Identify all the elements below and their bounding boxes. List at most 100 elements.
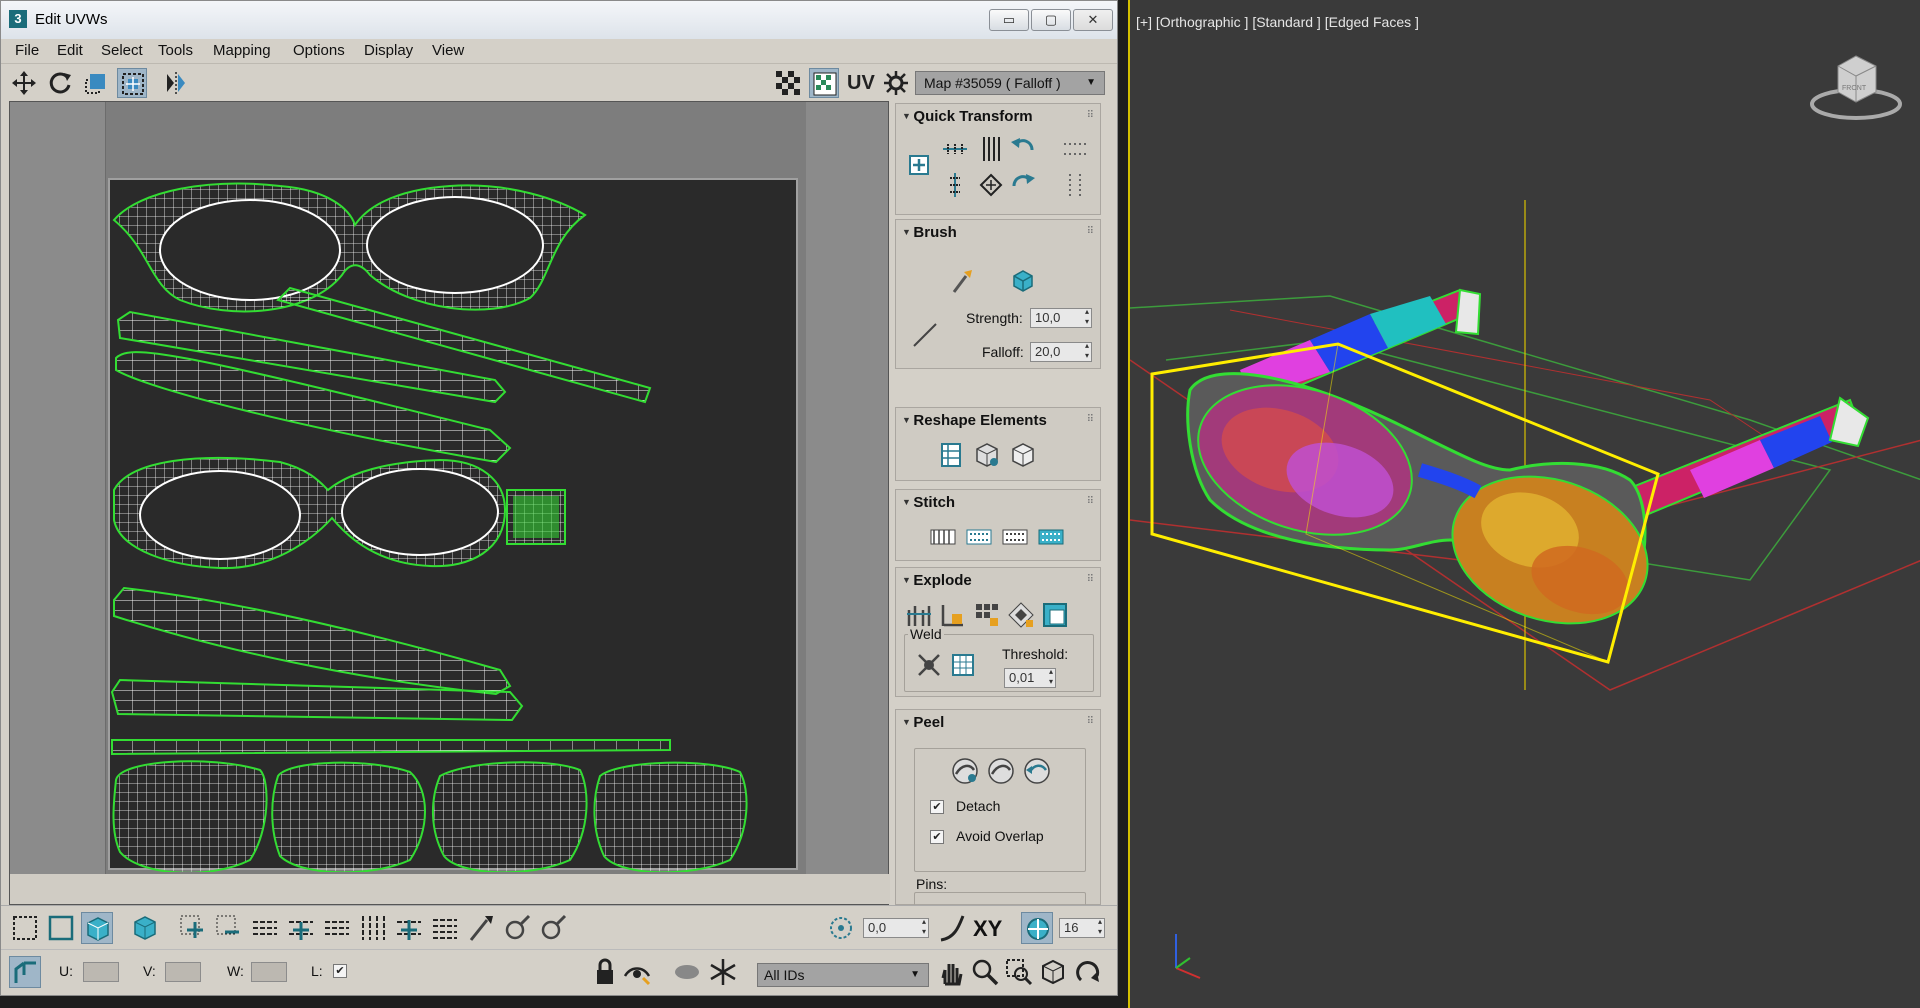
quick-transform-title[interactable]: Quick Transform: [902, 108, 1032, 125]
ring-grow-icon[interactable]: [393, 912, 425, 944]
set-pivot-icon[interactable]: [904, 150, 934, 180]
align-vertical-icon[interactable]: [976, 134, 1006, 164]
v-field[interactable]: [165, 962, 201, 982]
uv-horizontal-scroll-area[interactable]: [10, 874, 890, 904]
paint-brush-icon[interactable]: [946, 266, 976, 296]
align-to-grid-icon[interactable]: [976, 170, 1006, 200]
soft-select-icon[interactable]: [937, 912, 969, 944]
rotate-ccw-icon[interactable]: [1008, 132, 1038, 162]
uv-islands[interactable]: [110, 180, 800, 874]
relax-icon[interactable]: [972, 440, 1002, 470]
settings-gear-icon[interactable]: [881, 68, 911, 98]
uv-island-frame-back[interactable]: [113, 456, 566, 570]
zoom-region-icon[interactable]: [1003, 956, 1035, 988]
weld-all-icon[interactable]: [1040, 600, 1070, 630]
relax-brush-icon[interactable]: [1008, 266, 1038, 296]
menu-view[interactable]: View: [432, 39, 464, 63]
shrink-selection-icon[interactable]: [213, 912, 245, 944]
space-vertical-icon[interactable]: [940, 170, 970, 200]
title-bar[interactable]: 3 Edit UVWs ▭ ▢ ✕: [1, 1, 1117, 39]
uv-island-temple-long[interactable]: [113, 586, 512, 696]
maximize-button[interactable]: ▢: [1031, 9, 1071, 31]
paint-select-icon[interactable]: [465, 912, 497, 944]
lock-icon[interactable]: [589, 956, 621, 988]
freeze-icon[interactable]: [707, 956, 739, 988]
perspective-viewport[interactable]: [+] [Orthographic ] [Standard ] [Edged F…: [1128, 0, 1920, 1008]
viewcube-icon[interactable]: FRONT: [1806, 46, 1906, 126]
stitch-to-target-icon[interactable]: [1036, 522, 1066, 552]
angle-spinner[interactable]: 0,0: [863, 917, 929, 938]
menu-tools[interactable]: Tools: [158, 39, 193, 63]
loop-select-icon[interactable]: [249, 912, 281, 944]
threshold-spinner[interactable]: 0,01: [1004, 667, 1056, 688]
stitch-custom-icon[interactable]: [928, 522, 958, 552]
stitch-to-average-icon[interactable]: [1000, 522, 1030, 552]
scale-icon[interactable]: [81, 68, 111, 98]
texture-map-dropdown[interactable]: Map #35059 ( Falloff ) ▼: [915, 71, 1105, 95]
dots-horizontal-icon[interactable]: [1060, 134, 1090, 164]
w-field[interactable]: [251, 962, 287, 982]
uv-island-temples[interactable]: [115, 286, 652, 464]
eye-icon[interactable]: [671, 956, 703, 988]
rotate-cw-icon[interactable]: [1008, 168, 1038, 198]
weld-target-icon[interactable]: [948, 650, 978, 680]
viewport-label[interactable]: [+] [Orthographic ] [Standard ] [Edged F…: [1136, 14, 1419, 30]
vertex-select-icon[interactable]: [9, 912, 41, 944]
stitch-to-source-icon[interactable]: [964, 522, 994, 552]
move-icon[interactable]: [9, 68, 39, 98]
glasses-3d-scene[interactable]: [1130, 0, 1920, 1008]
edge-select-icon[interactable]: [45, 912, 77, 944]
rotate-icon[interactable]: [45, 68, 75, 98]
loop-grow-icon[interactable]: [285, 912, 317, 944]
straighten-icon[interactable]: [936, 440, 966, 470]
loop-shrink-icon[interactable]: [321, 912, 353, 944]
flatten-by-material-icon[interactable]: [1006, 600, 1036, 630]
hide-show-icon[interactable]: [621, 956, 653, 988]
uv-island-lenses[interactable]: [112, 760, 748, 874]
flatten-by-polygon-icon[interactable]: [972, 600, 1002, 630]
brush-title[interactable]: Brush: [902, 224, 956, 241]
explode-title[interactable]: Explode: [902, 572, 971, 589]
element-select-icon[interactable]: [129, 912, 161, 944]
menu-mapping[interactable]: Mapping: [213, 39, 271, 63]
relax-settings-icon[interactable]: [1008, 440, 1038, 470]
freeform-icon[interactable]: [117, 68, 147, 98]
xy-axis-label[interactable]: XY: [973, 916, 1002, 942]
menu-select[interactable]: Select: [101, 39, 143, 63]
uv-editor-viewport[interactable]: [9, 101, 890, 905]
menu-display[interactable]: Display: [364, 39, 413, 63]
falloff-spinner[interactable]: 20,0: [1030, 341, 1092, 362]
menu-file[interactable]: File: [15, 39, 39, 63]
grow-selection-icon[interactable]: [177, 912, 209, 944]
rotate-snap-icon[interactable]: [825, 912, 857, 944]
zoom-icon[interactable]: [969, 956, 1001, 988]
paint-grow-icon[interactable]: [501, 912, 533, 944]
falloff-curve-icon[interactable]: [910, 320, 940, 350]
pan-hand-icon[interactable]: [935, 956, 967, 988]
peel-title[interactable]: Peel: [902, 714, 944, 731]
align-horizontal-icon[interactable]: [940, 134, 970, 164]
grid-snap-icon[interactable]: [1021, 912, 1053, 944]
strength-spinner[interactable]: 10,0: [1030, 307, 1092, 328]
absolute-mode-icon[interactable]: [9, 956, 41, 988]
minimize-button[interactable]: ▭: [989, 9, 1029, 31]
reshape-elements-title[interactable]: Reshape Elements: [902, 412, 1046, 429]
weld-selected-icon[interactable]: [914, 650, 944, 680]
avoid-overlap-checkbox[interactable]: ✔: [930, 830, 944, 844]
grid-size-spinner[interactable]: 16: [1059, 917, 1105, 938]
uv-island-frame-front[interactable]: [112, 182, 587, 313]
reset-peel-icon[interactable]: [1022, 756, 1052, 786]
ring-select-icon[interactable]: [357, 912, 389, 944]
l-checkbox[interactable]: ✔: [333, 964, 347, 978]
close-button[interactable]: ✕: [1073, 9, 1113, 31]
mirror-icon[interactable]: [161, 68, 191, 98]
u-field[interactable]: [83, 962, 119, 982]
show-map-icon[interactable]: [809, 68, 839, 98]
menu-options[interactable]: Options: [293, 39, 345, 63]
checker-pattern-icon[interactable]: [773, 68, 803, 98]
detach-checkbox[interactable]: ✔: [930, 800, 944, 814]
polygon-select-icon[interactable]: [81, 912, 113, 944]
quick-peel-icon[interactable]: [950, 756, 980, 786]
menu-edit[interactable]: Edit: [57, 39, 83, 63]
ring-shrink-icon[interactable]: [429, 912, 461, 944]
